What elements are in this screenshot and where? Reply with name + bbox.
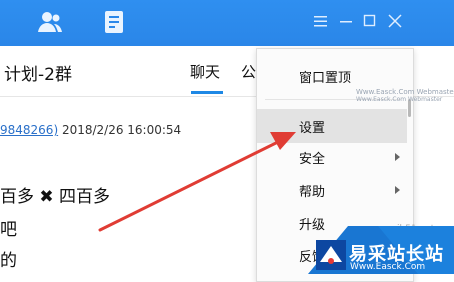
annotation-arrow-icon: [98, 132, 296, 232]
